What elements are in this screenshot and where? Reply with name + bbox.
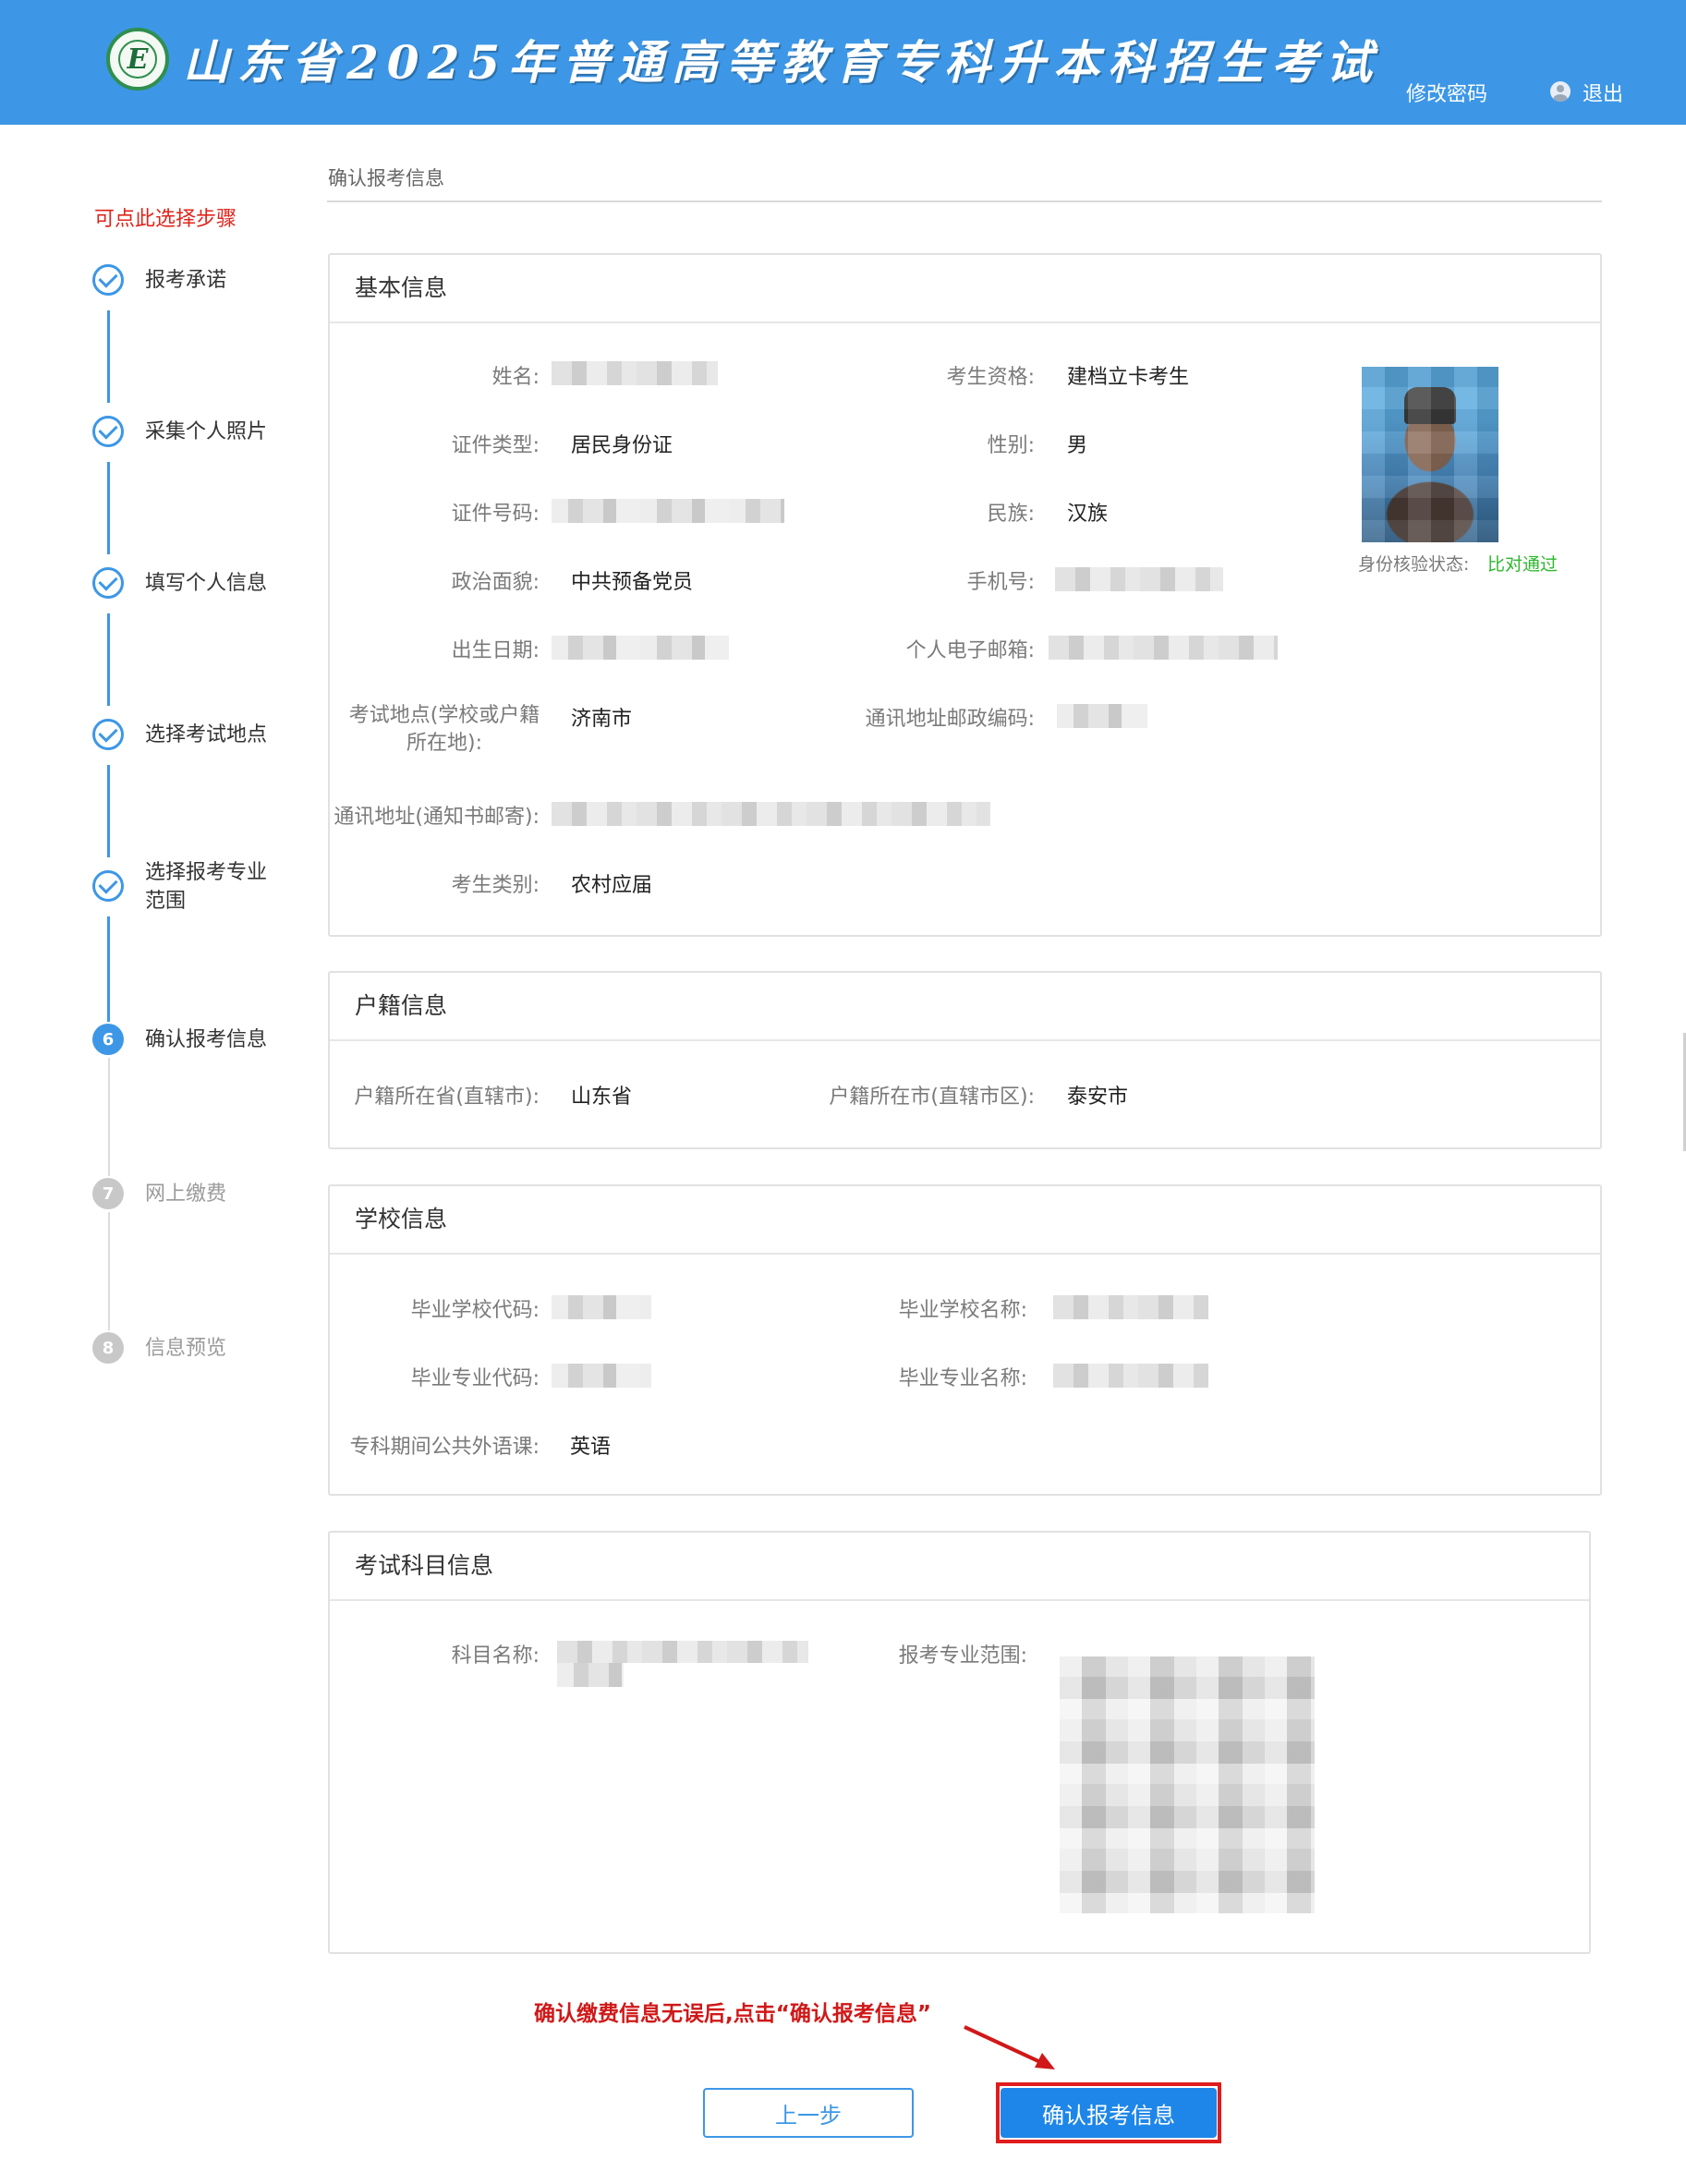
top-header: E 山东省2025年普通高等教育专科升本科招生考试 修改密码 退出 — [0, 0, 1686, 125]
logo-letter: E — [118, 40, 157, 79]
user-icon — [1550, 81, 1571, 102]
school-name-label: 毕业学校名称: — [898, 1299, 1027, 1322]
qualification-value: 建档立卡考生 — [1067, 366, 1190, 389]
panel-title: 基本信息 — [330, 255, 1600, 323]
id-number-label: 证件号码: — [451, 503, 540, 526]
major-code-label: 毕业专业代码: — [410, 1367, 540, 1390]
subjects-panel: 考试科目信息 — [328, 1531, 1591, 1954]
step-label: 选择考试地点 — [145, 723, 268, 746]
step-number: 6 — [92, 1024, 124, 1055]
check-circle-icon — [92, 416, 124, 447]
school-name-redacted — [1053, 1295, 1208, 1319]
step-label: 填写个人信息 — [145, 572, 268, 595]
step-connector — [107, 765, 110, 857]
step-connector — [107, 310, 110, 403]
subject-label: 科目名称: — [451, 1644, 540, 1668]
candidate-photo — [1362, 367, 1498, 542]
step-label: 选择报考专业范围 — [145, 861, 268, 913]
subject-redacted — [557, 1663, 624, 1687]
step-number: 7 — [92, 1178, 124, 1209]
qualification-label: 考生资格: — [946, 366, 1035, 389]
ethnicity-label: 民族: — [987, 503, 1035, 526]
step-number: 8 — [92, 1332, 124, 1364]
major-name-label: 毕业专业名称: — [898, 1367, 1027, 1390]
breadcrumb: 确认报考信息 — [328, 167, 444, 189]
political-label: 政治面貌: — [451, 571, 540, 594]
step-connector — [108, 1212, 110, 1330]
verify-status: 比对通过 — [1487, 554, 1559, 575]
email-redacted — [1049, 636, 1278, 660]
gender-value: 男 — [1067, 434, 1088, 457]
exam-logo-icon: E — [106, 28, 169, 91]
foreign-language-label: 专科期间公共外语课: — [349, 1436, 540, 1459]
major-code-redacted — [552, 1364, 651, 1388]
major-name-redacted — [1053, 1364, 1208, 1388]
step-connector — [108, 1058, 110, 1176]
arrow-icon — [964, 2025, 1055, 2069]
address-label: 通讯地址(通知书邮寄): — [334, 806, 540, 829]
step-label: 网上缴费 — [145, 1183, 227, 1206]
step-label: 确认报考信息 — [145, 1028, 268, 1051]
step-connector — [107, 916, 110, 1022]
foreign-language-value: 英语 — [570, 1436, 612, 1459]
ethnicity-value: 汉族 — [1067, 503, 1109, 526]
prev-step-button[interactable]: 上一步 — [703, 2088, 914, 2138]
step-connector — [107, 613, 110, 706]
gender-label: 性别: — [987, 434, 1035, 457]
province-label: 户籍所在省(直辖市): — [354, 1086, 540, 1109]
name-value-redacted — [552, 361, 718, 385]
panel-title: 户籍信息 — [330, 973, 1600, 1041]
instruction-annotation: 确认缴费信息无误后,点击“确认报考信息” — [534, 2002, 931, 2026]
step-label: 报考承诺 — [145, 269, 227, 292]
city-value: 泰安市 — [1067, 1086, 1129, 1109]
phone-redacted — [1055, 567, 1223, 591]
city-label: 户籍所在市(直辖市区): — [829, 1086, 1035, 1109]
subject-redacted — [557, 1641, 808, 1663]
school-code-redacted — [552, 1295, 651, 1319]
exam-location-value: 济南市 — [571, 708, 633, 731]
page-title: 山东省2025年普通高等教育专科升本科招生考试 — [183, 35, 1381, 90]
verify-label: 身份核验状态: — [1358, 554, 1470, 575]
birth-label: 出生日期: — [451, 639, 540, 662]
political-value: 中共预备党员 — [571, 571, 694, 594]
panel-title: 考试科目信息 — [330, 1533, 1589, 1601]
province-value: 山东省 — [571, 1086, 633, 1109]
id-type-value: 居民身份证 — [571, 434, 673, 457]
postcode-label: 通讯地址邮政编码: — [865, 708, 1035, 731]
school-code-label: 毕业学校代码: — [410, 1299, 540, 1322]
address-redacted — [552, 802, 990, 826]
step-label: 采集个人照片 — [145, 420, 268, 443]
birth-redacted — [552, 636, 729, 660]
category-label: 考生类别: — [451, 874, 540, 897]
email-label: 个人电子邮箱: — [905, 639, 1035, 662]
stepper-hint: 可点此选择步骤 — [94, 208, 237, 231]
postcode-redacted — [1057, 704, 1147, 728]
range-label: 报考专业范围: — [898, 1644, 1027, 1668]
step-label: 信息预览 — [145, 1337, 227, 1360]
check-circle-icon — [92, 719, 124, 750]
logout-link[interactable]: 退出 — [1583, 78, 1623, 107]
change-password-link[interactable]: 修改密码 — [1406, 78, 1487, 107]
phone-label: 手机号: — [966, 571, 1035, 594]
check-circle-icon — [92, 870, 124, 902]
panel-title: 学校信息 — [330, 1186, 1600, 1255]
step-connector — [107, 462, 110, 554]
household-panel: 户籍信息 — [328, 971, 1602, 1149]
name-label: 姓名: — [491, 366, 540, 389]
major-range-redacted — [1060, 1656, 1315, 1913]
button-highlight-frame — [996, 2082, 1221, 2143]
check-circle-icon — [92, 264, 124, 296]
category-value: 农村应届 — [571, 874, 653, 897]
id-number-redacted — [552, 499, 784, 523]
id-type-label: 证件类型: — [451, 434, 540, 457]
check-circle-icon — [92, 567, 124, 599]
breadcrumb-divider — [327, 200, 1602, 202]
basic-info-panel: 基本信息 — [328, 253, 1602, 937]
exam-location-label: 考试地点(学校或户籍所在地): — [348, 704, 540, 755]
